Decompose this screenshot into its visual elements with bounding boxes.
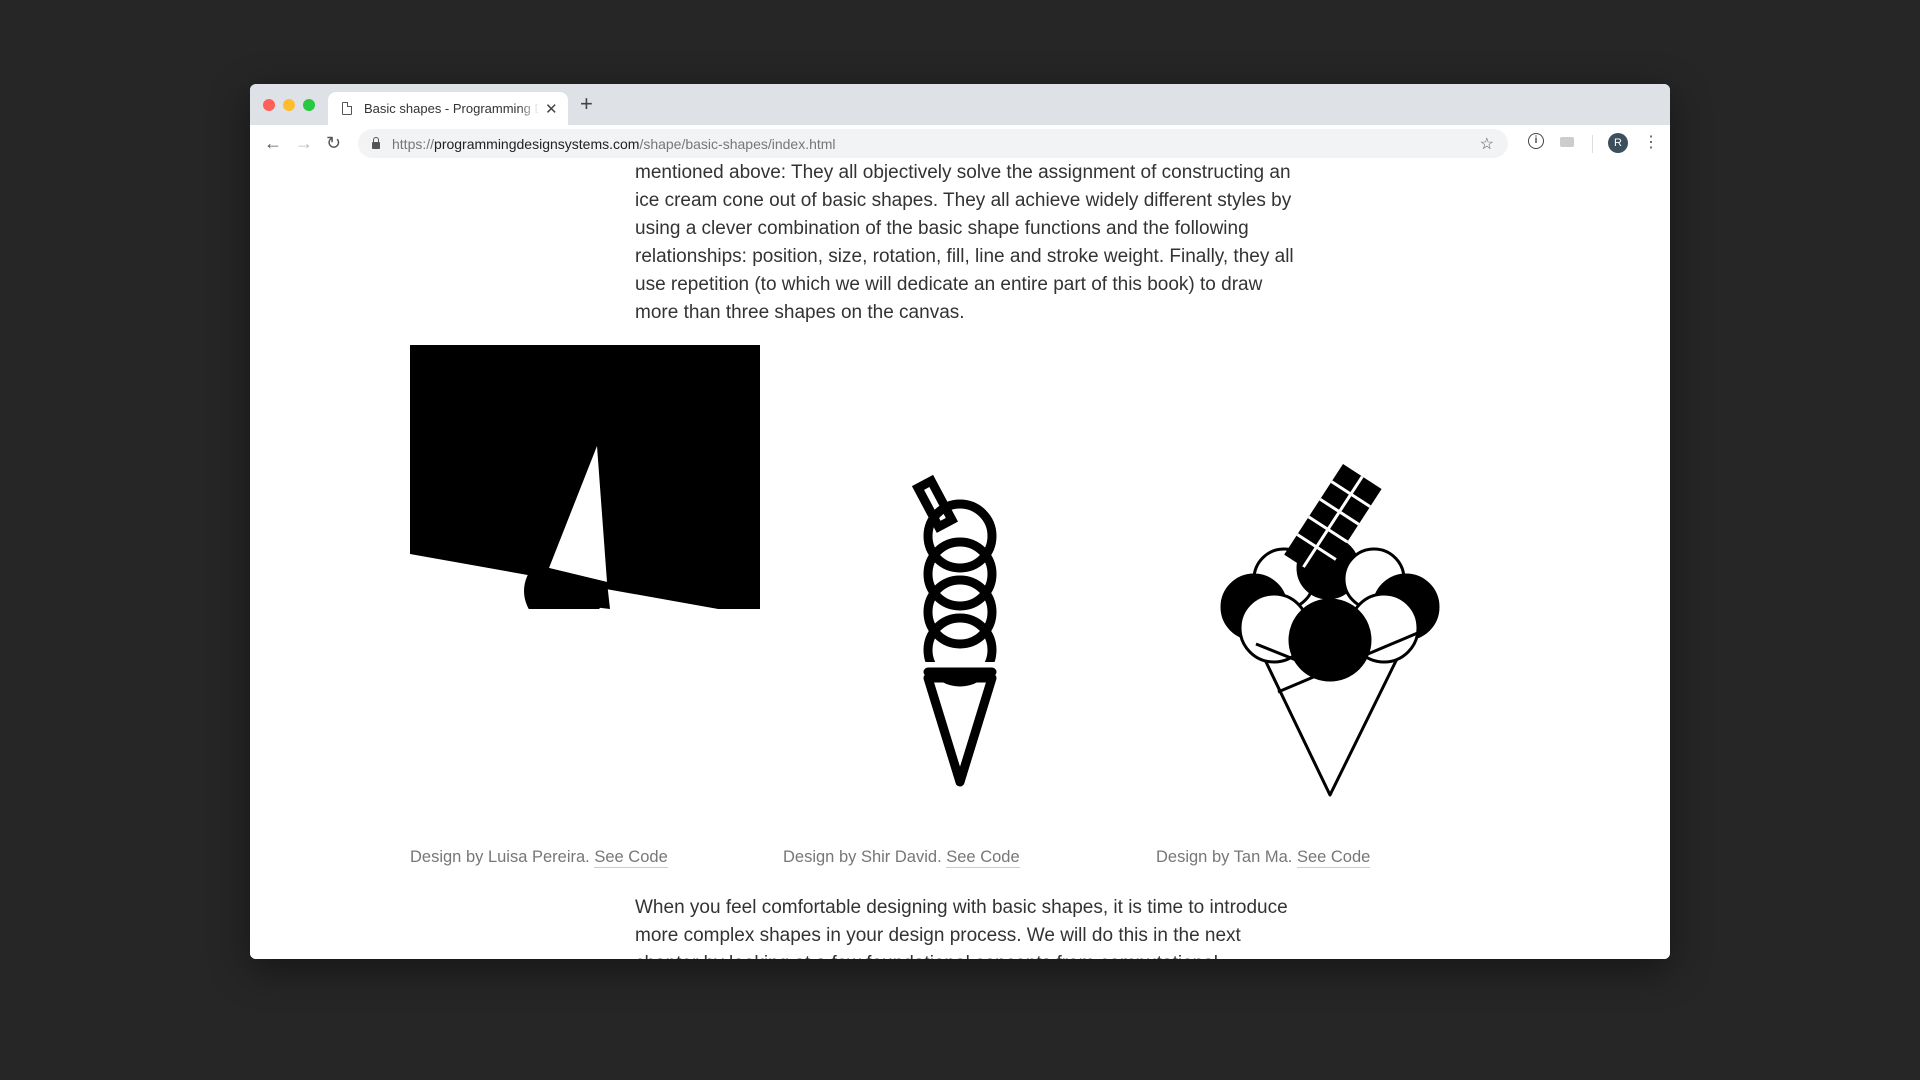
close-tab-icon[interactable]: ✕ xyxy=(545,100,558,118)
browser-tab-active[interactable]: Basic shapes - Programming Design System… xyxy=(328,92,568,125)
see-code-link-3[interactable]: See Code xyxy=(1296,848,1371,868)
reload-icon[interactable]: ↻ xyxy=(326,131,341,155)
page-content: mentioned above: They all objectively so… xyxy=(250,162,1670,959)
see-code-link-2[interactable]: See Code xyxy=(946,848,1020,868)
address-bar[interactable]: https://programmingdesignsystems.com/sha… xyxy=(358,129,1508,158)
maximize-window-button[interactable] xyxy=(303,99,315,111)
close-window-button[interactable] xyxy=(263,99,275,111)
figure-shir-david xyxy=(911,474,997,787)
scoop-circle-3 xyxy=(923,575,997,649)
extension-cast-icon[interactable] xyxy=(1560,137,1574,147)
figure-caption-3: Design by Tan Ma. See Code xyxy=(1156,848,1371,868)
url-path: /shape/basic-shapes/index.html xyxy=(639,135,836,152)
caption-text: Design by Tan Ma. xyxy=(1156,848,1293,866)
extension-info-icon[interactable]: i xyxy=(1528,133,1544,149)
new-tab-button[interactable]: + xyxy=(580,92,593,116)
toolbar-divider xyxy=(1592,135,1593,153)
url-host: programmingdesignsystems.com xyxy=(434,135,640,152)
browser-window: Basic shapes - Programming Design System… xyxy=(250,84,1670,959)
url-text[interactable]: https://programmingdesignsystems.com/sha… xyxy=(392,136,836,152)
see-code-link-1[interactable]: See Code xyxy=(594,848,668,868)
forward-arrow-icon[interactable]: → xyxy=(295,131,313,155)
profile-avatar[interactable]: R xyxy=(1608,133,1628,153)
intro-paragraph: mentioned above: They all objectively so… xyxy=(635,162,1294,323)
browser-toolbar: ← → ↻ https://programmingdesignsystems.c… xyxy=(250,125,1670,163)
caption-text: Design by Luisa Pereira. xyxy=(410,848,590,866)
back-arrow-icon[interactable]: ← xyxy=(264,131,282,155)
outro-paragraph: When you feel comfortable designing with… xyxy=(635,897,1288,959)
scoop-circle-1 xyxy=(923,499,997,573)
figure-caption-1: Design by Luisa Pereira. See Code xyxy=(410,848,668,868)
figure-caption-2: Design by Shir David. See Code xyxy=(783,848,1020,868)
figure-tan-ma xyxy=(1220,464,1440,797)
lock-icon xyxy=(372,137,380,149)
tab-title: Basic shapes - Programming Design System… xyxy=(364,101,539,116)
kebab-menu-icon[interactable]: ⋮ xyxy=(1643,132,1659,154)
scoop-center-black xyxy=(1288,598,1372,682)
url-scheme: https:// xyxy=(392,135,435,152)
caption-text: Design by Shir David. xyxy=(783,848,942,866)
cone-outline xyxy=(923,673,997,787)
tab-bar: Basic shapes - Programming Design System… xyxy=(250,84,1670,125)
figure-luisa-pereira xyxy=(410,345,760,609)
bookmark-star-icon[interactable]: ☆ xyxy=(1480,134,1494,154)
scoop-circle-2 xyxy=(923,537,997,611)
minimize-window-button[interactable] xyxy=(283,99,295,111)
page-icon xyxy=(342,101,353,115)
